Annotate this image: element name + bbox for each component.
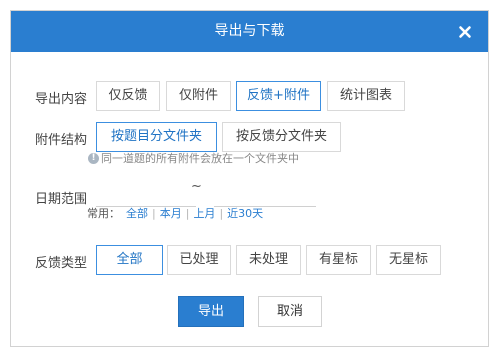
option-type-starred[interactable]: 有星标	[306, 245, 371, 275]
date-range-label: 日期范围	[35, 192, 88, 207]
quick-link-this-month[interactable]: 本月	[160, 205, 182, 221]
close-icon[interactable]	[456, 23, 474, 41]
option-by-feedback-folder[interactable]: 按反馈分文件夹	[222, 122, 341, 152]
option-type-processed[interactable]: 已处理	[167, 245, 231, 275]
quick-link-all[interactable]: 全部	[126, 205, 148, 221]
quick-separator: |	[219, 206, 224, 220]
quick-date-links: 常用： 全部 | 本月 | 上月 | 近30天	[87, 205, 263, 221]
dialog-title: 导出与下载	[214, 23, 285, 39]
quick-link-last-month[interactable]: 上月	[193, 205, 215, 221]
date-separator: ~	[191, 179, 202, 194]
export-button[interactable]: 导出	[178, 296, 244, 327]
quick-separator: |	[152, 206, 156, 220]
option-feedback-only[interactable]: 仅反馈	[96, 81, 160, 111]
quick-separator: |	[185, 206, 190, 220]
feedback-type-label: 反馈类型	[35, 256, 88, 271]
attachment-hint: ! 同一道题的所有附件会放在一个文件夹中	[88, 150, 299, 166]
option-attachments-only[interactable]: 仅附件	[166, 81, 231, 111]
option-feedback-plus-attachments[interactable]: 反馈+附件	[236, 81, 321, 111]
cancel-button[interactable]: 取消	[258, 296, 322, 327]
quick-date-label: 常用：	[87, 207, 120, 220]
option-statistics-charts[interactable]: 统计图表	[327, 81, 405, 111]
end-date-input[interactable]	[214, 185, 316, 207]
attachment-hint-text: 同一道题的所有附件会放在一个文件夹中	[101, 152, 299, 165]
option-type-unprocessed[interactable]: 未处理	[236, 245, 301, 275]
attachment-structure-label: 附件结构	[35, 133, 88, 148]
export-content-label: 导出内容	[35, 92, 88, 107]
option-by-question-folder[interactable]: 按题目分文件夹	[96, 122, 217, 152]
info-icon: !	[88, 152, 99, 164]
quick-link-last-30-days[interactable]: 近30天	[227, 205, 263, 221]
export-download-dialog: 导出与下载	[10, 10, 489, 347]
option-type-unstarred[interactable]: 无星标	[376, 245, 441, 275]
start-date-input[interactable]	[96, 185, 196, 207]
option-type-all[interactable]: 全部	[96, 245, 163, 275]
dialog-header: 导出与下载	[11, 11, 488, 52]
